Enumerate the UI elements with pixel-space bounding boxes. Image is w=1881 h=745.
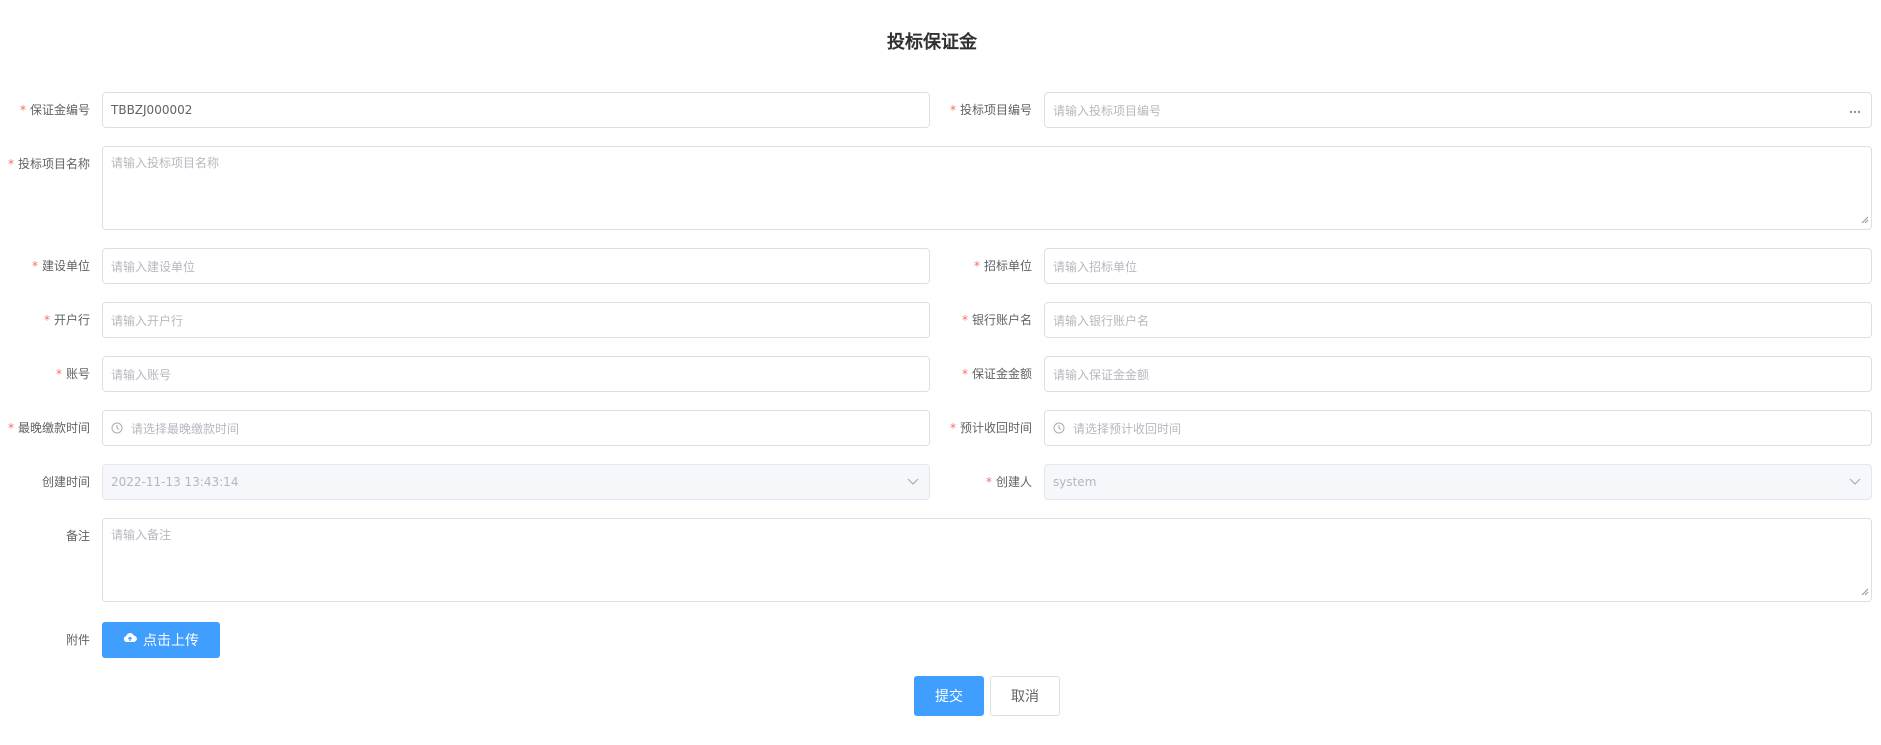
tender-unit-input[interactable]: 请输入招标单位 — [1044, 248, 1872, 284]
submit-button[interactable]: 提交 — [914, 676, 984, 716]
amount-label: * 保证金金额 — [961, 367, 1032, 381]
creator-select: system — [1044, 464, 1872, 500]
chevron-down-icon — [1849, 475, 1861, 489]
project-name-label: * 投标项目名称 — [7, 157, 90, 171]
bond-no-input[interactable]: TBBZJ000002 — [102, 92, 930, 128]
upload-button[interactable]: 点击上传 — [102, 622, 220, 658]
created-time-select: 2022-11-13 13:43:14 — [102, 464, 930, 500]
account-no-label: * 账号 — [55, 367, 90, 381]
resize-handle-icon[interactable] — [1861, 213, 1869, 227]
latest-payment-time-label: * 最晚缴款时间 — [7, 421, 90, 435]
construction-unit-label: * 建设单位 — [31, 259, 90, 273]
creator-label: * 创建人 — [985, 475, 1032, 489]
project-name-textarea[interactable]: 请输入投标项目名称 — [102, 146, 1872, 230]
clock-icon — [1053, 422, 1065, 434]
account-name-input[interactable]: 请输入银行账户名 — [1044, 302, 1872, 338]
remark-label: 备注 — [65, 529, 90, 543]
latest-payment-time-picker[interactable]: 请选择最晚缴款时间 — [102, 410, 930, 446]
bank-input[interactable]: 请输入开户行 — [102, 302, 930, 338]
expected-return-time-picker[interactable]: 请选择预计收回时间 — [1044, 410, 1872, 446]
expected-return-time-label: * 预计收回时间 — [949, 421, 1032, 435]
bid-bond-form-page: 投标保证金 * 保证金编号 TBBZJ000002 * 投标项目编号 请输入投标项目… — [0, 0, 1881, 745]
account-name-label: * 银行账户名 — [961, 313, 1032, 327]
project-no-input[interactable]: 请输入投标项目编号 — [1044, 92, 1872, 128]
more-icon[interactable] — [1849, 103, 1861, 117]
resize-handle-icon[interactable] — [1861, 585, 1869, 599]
chevron-down-icon — [907, 475, 919, 489]
construction-unit-input[interactable]: 请输入建设单位 — [102, 248, 930, 284]
bond-no-label: * 保证金编号 — [19, 103, 90, 117]
upload-cloud-icon — [123, 632, 137, 648]
tender-unit-label: * 招标单位 — [973, 259, 1032, 273]
clock-icon — [111, 422, 123, 434]
attachment-label: 附件 — [65, 633, 90, 647]
amount-input[interactable]: 请输入保证金金额 — [1044, 356, 1872, 392]
project-no-label: * 投标项目编号 — [949, 103, 1032, 117]
cancel-button[interactable]: 取消 — [990, 676, 1060, 716]
bond-no-value: TBBZJ000002 — [111, 103, 193, 117]
bank-label: * 开户行 — [43, 313, 90, 327]
created-time-label: 创建时间 — [41, 475, 90, 489]
account-no-input[interactable]: 请输入账号 — [102, 356, 930, 392]
remark-textarea[interactable]: 请输入备注 — [102, 518, 1872, 602]
page-title: 投标保证金 — [887, 32, 977, 53]
